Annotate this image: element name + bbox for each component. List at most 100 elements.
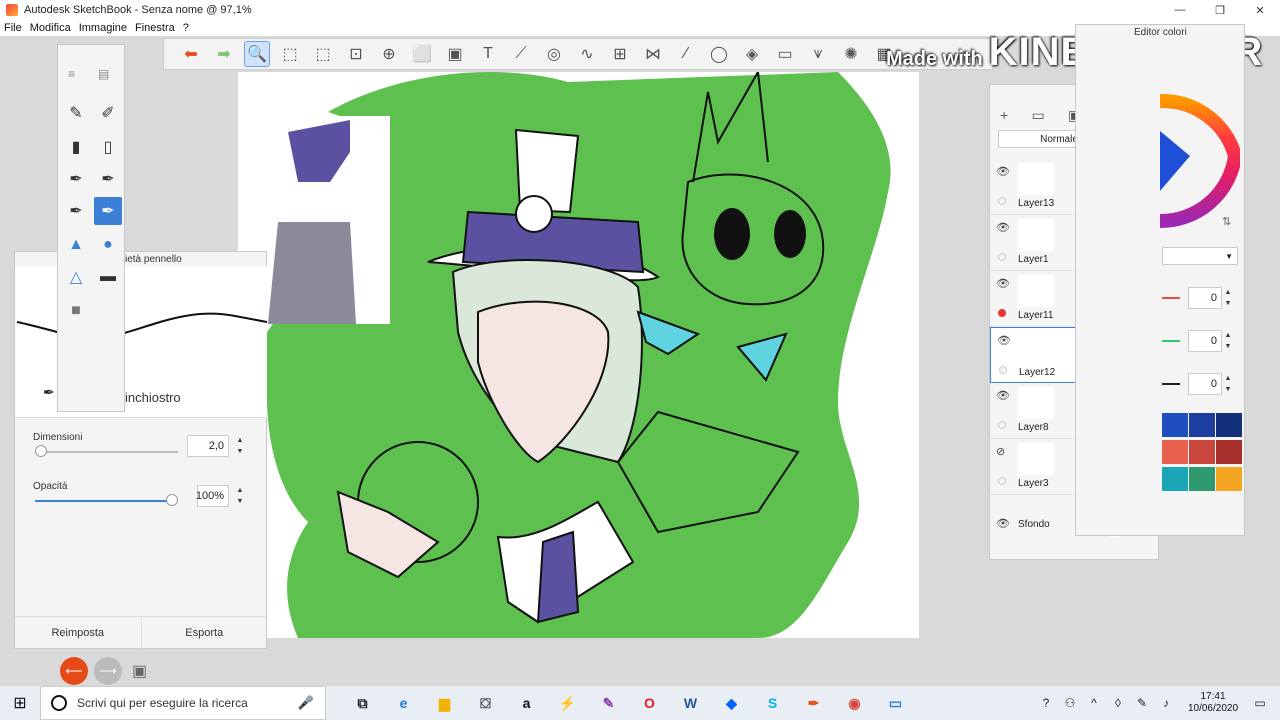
color-swatch[interactable] bbox=[1189, 440, 1215, 464]
explorer-icon[interactable]: ▆ bbox=[424, 686, 465, 720]
color-channel-field[interactable]: 0 bbox=[1188, 330, 1222, 352]
eye-icon[interactable]: 👁 bbox=[996, 389, 1010, 402]
layer-lock-dot[interactable] bbox=[998, 197, 1006, 205]
chrome-icon[interactable]: ◉ bbox=[834, 686, 875, 720]
store-icon[interactable]: ⛋ bbox=[465, 686, 506, 720]
export-button[interactable]: Esporta bbox=[142, 617, 268, 649]
menu-immagine[interactable]: Immagine bbox=[79, 22, 127, 34]
color-swatch[interactable] bbox=[1189, 413, 1215, 437]
transform-icon[interactable]: ⊕ bbox=[376, 41, 402, 67]
close-button[interactable]: ✕ bbox=[1240, 0, 1280, 20]
skype-icon[interactable]: S bbox=[752, 686, 793, 720]
maximize-button[interactable]: ❐ bbox=[1200, 0, 1240, 20]
eye-icon[interactable]: 👁 bbox=[997, 334, 1011, 347]
symmetry-icon[interactable]: ⋈ bbox=[640, 41, 666, 67]
ballpoint-tool-icon[interactable]: ✒ bbox=[62, 197, 90, 225]
chisel-tool-icon[interactable]: ▯ bbox=[94, 133, 122, 161]
copy-tool-icon[interactable]: ▣ bbox=[132, 661, 147, 681]
marker-tool-icon[interactable]: ▮ bbox=[62, 133, 90, 161]
edge-icon[interactable]: e bbox=[383, 686, 424, 720]
size-slider-track[interactable] bbox=[35, 451, 178, 453]
layer-lock-dot[interactable] bbox=[998, 253, 1006, 261]
menu-finestra[interactable]: Finestra bbox=[135, 22, 175, 34]
word-icon[interactable]: W bbox=[670, 686, 711, 720]
taskbar-search[interactable]: 🎤 bbox=[40, 686, 326, 720]
undo-icon[interactable]: ⬅ bbox=[178, 41, 204, 67]
sharpen-tool-icon[interactable]: △ bbox=[62, 263, 90, 291]
color-swatch[interactable] bbox=[1162, 467, 1188, 491]
add-layer-icon[interactable]: + bbox=[1000, 107, 1008, 124]
fill-icon[interactable]: ▣ bbox=[442, 41, 468, 67]
amazon-icon[interactable]: a bbox=[506, 686, 547, 720]
eye-icon[interactable]: 👁 bbox=[996, 165, 1010, 178]
undo-circle-icon[interactable]: ⟵ bbox=[60, 657, 88, 685]
layer-lock-dot[interactable] bbox=[999, 366, 1007, 374]
color-wheel[interactable] bbox=[1160, 81, 1240, 231]
zoom-icon[interactable]: 🔍 bbox=[244, 41, 270, 67]
hard-eraser-tool-icon[interactable]: ■ bbox=[62, 297, 90, 325]
color-wheel-icon[interactable]: ✺ bbox=[838, 41, 864, 67]
eye-icon[interactable]: 👁 bbox=[996, 517, 1010, 530]
eye-icon[interactable]: 👁 bbox=[996, 277, 1010, 290]
drawing-canvas[interactable] bbox=[238, 72, 919, 638]
minimize-button[interactable]: — bbox=[1160, 0, 1200, 20]
shape-icon[interactable]: ◈ bbox=[739, 41, 765, 67]
opacity-stepper[interactable]: ▲ ▼ bbox=[234, 485, 246, 507]
redo-icon[interactable]: ➡ bbox=[211, 41, 237, 67]
color-channel-stepper[interactable]: ▲ ▼ bbox=[1222, 373, 1234, 395]
chevron-up-icon[interactable]: ^ bbox=[1082, 696, 1106, 710]
pen-icon[interactable]: ✎ bbox=[1130, 696, 1154, 710]
network-icon[interactable]: ◊ bbox=[1106, 696, 1130, 710]
airbrush-tool-icon[interactable]: ✒ bbox=[62, 165, 90, 193]
smudge-tool-icon[interactable]: ● bbox=[94, 231, 122, 259]
size-stepper[interactable]: ▲ ▼ bbox=[234, 435, 246, 457]
color-channel-stepper[interactable]: ▲ ▼ bbox=[1222, 287, 1234, 309]
pen-tool-icon[interactable]: ✐ bbox=[94, 99, 122, 127]
color-swatch[interactable] bbox=[1216, 413, 1242, 437]
lasso-select-icon[interactable]: ⬚ bbox=[277, 41, 303, 67]
microphone-icon[interactable]: 🎤 bbox=[297, 695, 315, 711]
size-value-field[interactable]: 2,0 bbox=[187, 435, 229, 457]
ellipse-guide-icon[interactable]: ◎ bbox=[541, 41, 567, 67]
felt-tool-icon[interactable]: ✒ bbox=[94, 165, 122, 193]
brush-library-icon[interactable]: ▤ bbox=[98, 67, 109, 81]
perspective-icon[interactable]: ⊞ bbox=[607, 41, 633, 67]
curve-icon[interactable]: ∿ bbox=[574, 41, 600, 67]
redo-circle-icon[interactable]: ⟶ bbox=[94, 657, 122, 685]
color-swatch[interactable] bbox=[1189, 467, 1215, 491]
color-channel-field[interactable]: 0 bbox=[1188, 287, 1222, 309]
eye-icon[interactable]: 👁 bbox=[996, 221, 1010, 234]
color-swatch[interactable] bbox=[1216, 467, 1242, 491]
layer-lock-dot[interactable] bbox=[998, 421, 1006, 429]
layer-lock-dot[interactable] bbox=[998, 309, 1006, 317]
rect-select-icon[interactable]: ⬚ bbox=[310, 41, 336, 67]
brush-settings-icon[interactable]: ≡ bbox=[68, 67, 75, 81]
pencil-tool-icon[interactable]: ✎ bbox=[62, 99, 90, 127]
python-icon[interactable]: ⚡ bbox=[547, 686, 588, 720]
size-slider-knob[interactable] bbox=[35, 445, 47, 457]
brush-library-icon[interactable]: ⩛ bbox=[805, 41, 831, 67]
eraser-tool-icon[interactable]: ▬ bbox=[94, 263, 122, 291]
color-swatch[interactable] bbox=[1162, 413, 1188, 437]
circle-icon[interactable]: ◯ bbox=[706, 41, 732, 67]
eye-hidden-icon[interactable]: ⊘ bbox=[996, 445, 1005, 458]
layer-lock-dot[interactable] bbox=[998, 477, 1006, 485]
sketchbook-icon[interactable]: ✒ bbox=[793, 686, 834, 720]
add-group-icon[interactable]: ▭ bbox=[1031, 107, 1044, 124]
app-icon[interactable]: ▭ bbox=[875, 686, 916, 720]
opera-icon[interactable]: O bbox=[629, 686, 670, 720]
color-channel-field[interactable]: 0 bbox=[1188, 373, 1222, 395]
dropbox-icon[interactable]: ◆ bbox=[711, 686, 752, 720]
volume-icon[interactable]: ♪ bbox=[1154, 696, 1178, 710]
ink-tool-icon[interactable]: ✒ bbox=[94, 197, 122, 225]
opacity-value-field[interactable]: 100% bbox=[196, 485, 229, 507]
reset-button[interactable]: Reimposta bbox=[15, 617, 142, 649]
notifications-icon[interactable]: ▭ bbox=[1248, 696, 1272, 710]
text-icon[interactable]: T bbox=[475, 41, 501, 67]
menu-help[interactable]: ? bbox=[183, 22, 189, 34]
color-settings-icon[interactable]: ⇅ bbox=[1222, 215, 1231, 228]
color-swatch[interactable] bbox=[1162, 440, 1188, 464]
clock[interactable]: 17:41 10/06/2020 bbox=[1178, 691, 1248, 715]
color-swatch[interactable] bbox=[1216, 440, 1242, 464]
distort-icon[interactable]: ⬜ bbox=[409, 41, 435, 67]
